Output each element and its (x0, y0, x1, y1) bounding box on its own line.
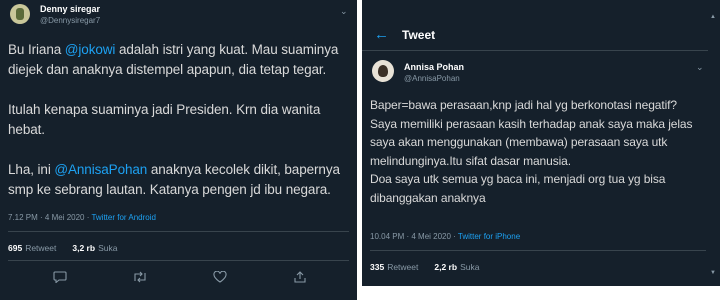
tweet-paragraph: Bu Iriana @jokowi adalah istri yang kuat… (8, 40, 353, 80)
tweet-text-segment: Bu Iriana (8, 42, 65, 57)
author-handle[interactable]: @AnnisaPohan (404, 74, 460, 83)
tweet-text: Bu Iriana @jokowi adalah istri yang kuat… (8, 40, 353, 200)
chevron-down-icon[interactable]: ⌄ (696, 62, 704, 73)
author-handle[interactable]: @Dennysiregar7 (40, 16, 100, 25)
tweet-source-link[interactable]: Twitter for Android (91, 213, 155, 222)
divider (8, 260, 349, 261)
tweet-paragraph: Itulah kenapa suaminya jadi Presiden. Kr… (8, 102, 321, 137)
back-arrow-icon[interactable]: ← (374, 26, 389, 43)
retweet-label[interactable]: Retweet (387, 262, 418, 272)
scroll-down-icon[interactable]: ▼ (710, 270, 716, 276)
like-count[interactable]: 2,2 rb (434, 262, 457, 272)
scroll-up-icon[interactable]: ▲ (710, 14, 716, 20)
tweet-meta: 10.04 PM · 4 Mei 2020 · Twitter for iPho… (370, 232, 520, 241)
avatar[interactable] (10, 4, 30, 24)
divider (370, 250, 706, 251)
retweet-label[interactable]: Retweet (25, 243, 56, 253)
right-tweet-panel: ← Tweet Annisa Pohan @AnnisaPohan ⌄ Bape… (362, 0, 720, 286)
like-label[interactable]: Suka (98, 243, 117, 253)
tweet-meta: 7.12 PM · 4 Mei 2020 · Twitter for Andro… (8, 213, 156, 222)
author-name[interactable]: Denny siregar (40, 4, 100, 14)
timestamp[interactable]: 10.04 PM · 4 Mei 2020 · (370, 232, 458, 241)
left-tweet-panel: Denny siregar @Dennysiregar7 ⌄ Bu Iriana… (0, 0, 357, 300)
reply-icon[interactable] (51, 270, 69, 284)
avatar[interactable] (372, 60, 394, 82)
share-icon[interactable] (291, 270, 309, 284)
chevron-down-icon[interactable]: ⌄ (340, 6, 348, 17)
tweet-stats: 695 Retweet 3,2 rb Suka (8, 243, 117, 253)
timestamp[interactable]: 7.12 PM · 4 Mei 2020 · (8, 213, 91, 222)
tweet-source-link[interactable]: Twitter for iPhone (458, 232, 520, 241)
page-title: Tweet (402, 28, 436, 42)
action-bar (20, 266, 340, 288)
mention-link[interactable]: @jokowi (65, 42, 116, 57)
scrollbar[interactable]: ▲ ▼ (710, 14, 716, 276)
divider (8, 231, 349, 232)
retweet-count[interactable]: 335 (370, 262, 384, 272)
tweet-text: Baper=bawa perasaan,knp jadi hal yg berk… (370, 98, 693, 205)
tweet-text-segment: Lha, ini (8, 162, 55, 177)
retweet-icon[interactable] (131, 270, 149, 284)
like-label[interactable]: Suka (460, 262, 479, 272)
tweet-paragraph: Lha, ini @AnnisaPohan anaknya kecolek di… (8, 160, 353, 200)
retweet-count[interactable]: 695 (8, 243, 22, 253)
like-count[interactable]: 3,2 rb (72, 243, 95, 253)
tweet-stats: 335 Retweet 2,2 rb Suka (370, 262, 479, 272)
mention-link[interactable]: @AnnisaPohan (54, 162, 147, 177)
divider (362, 50, 708, 51)
author-name[interactable]: Annisa Pohan (404, 62, 464, 72)
like-icon[interactable] (211, 270, 229, 284)
